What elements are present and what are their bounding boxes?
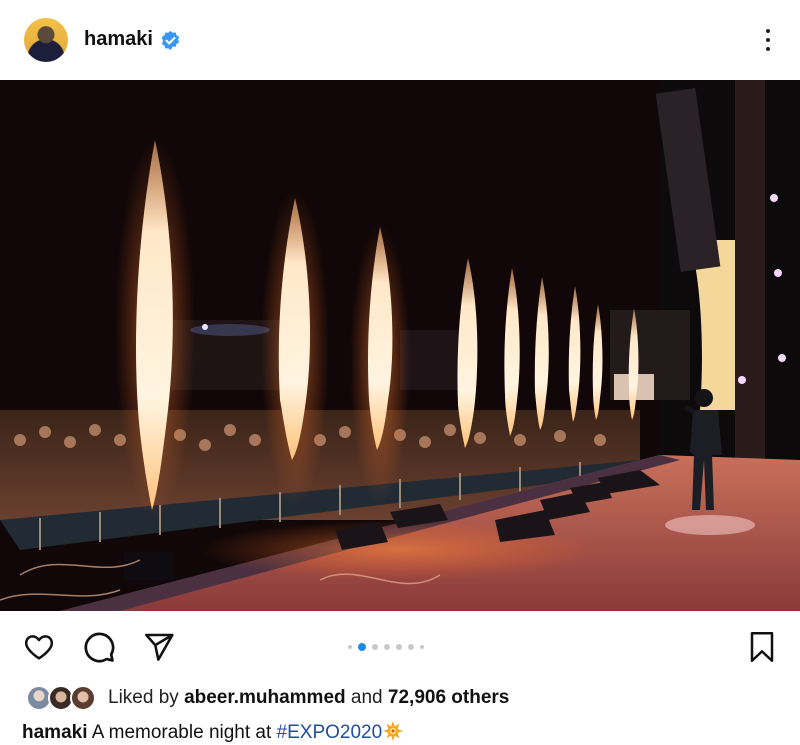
carousel-indicator: [348, 642, 424, 652]
post-photo[interactable]: [0, 80, 800, 611]
carousel-dot: [372, 644, 378, 650]
likes-row[interactable]: Liked by abeer.muhammed and 72,906 other…: [22, 682, 782, 714]
sparkle-burst-icon: [383, 720, 404, 742]
carousel-dot: [384, 644, 390, 650]
likes-middle: and: [350, 687, 383, 708]
comment-button[interactable]: [80, 629, 118, 665]
verified-badge-icon: [161, 30, 180, 51]
heart-icon: [24, 635, 54, 660]
carousel-dot-active: [358, 643, 366, 651]
liker-avatars: [22, 683, 100, 713]
more-vertical-icon: [766, 29, 770, 33]
share-button[interactable]: [140, 629, 178, 665]
avatar[interactable]: [24, 18, 68, 62]
comment-icon: [84, 632, 115, 663]
send-icon: [145, 633, 174, 661]
caption-username[interactable]: hamaki: [22, 722, 87, 743]
liker-username[interactable]: abeer.muhammed: [184, 687, 346, 708]
carousel-dot: [348, 645, 352, 649]
avatar: [70, 685, 96, 711]
post-username[interactable]: hamaki: [84, 28, 153, 51]
bookmark-icon: [750, 632, 774, 662]
post-caption: hamaki A memorable night at #EXPO2020: [22, 720, 792, 745]
likes-prefix: Liked by: [108, 687, 179, 708]
likes-count[interactable]: 72,906 others: [388, 687, 509, 708]
post-header: hamaki: [0, 0, 800, 80]
caption-text: A memorable night at: [91, 722, 272, 743]
like-button[interactable]: [20, 629, 58, 665]
concert-stage-image: [0, 80, 800, 611]
carousel-dot: [408, 644, 414, 650]
post-actions: [0, 611, 800, 681]
more-options-button[interactable]: [756, 24, 780, 56]
carousel-dot: [420, 645, 424, 649]
caption-hashtag[interactable]: #EXPO2020: [277, 722, 383, 743]
save-button[interactable]: [744, 629, 780, 665]
carousel-dot: [396, 644, 402, 650]
likes-text: Liked by abeer.muhammed and 72,906 other…: [108, 687, 509, 709]
